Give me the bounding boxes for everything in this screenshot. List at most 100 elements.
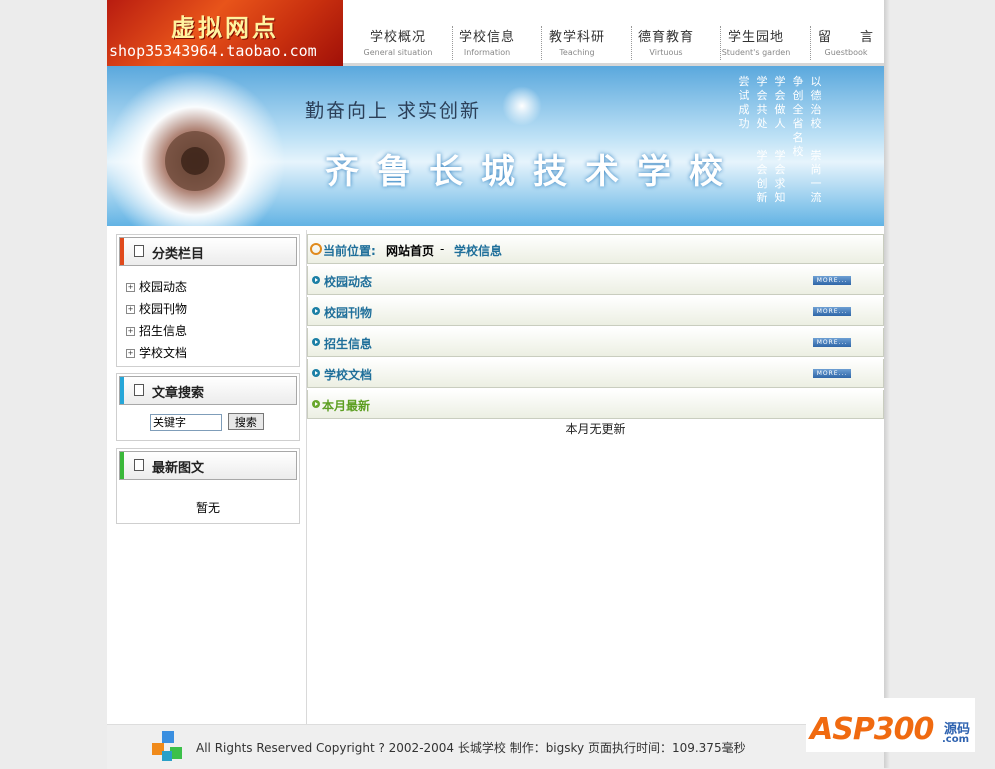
more-button[interactable]: MORE... [813,307,851,316]
nav-item-sublabel: Virtuous [649,48,683,57]
nav-item-teaching[interactable]: 教学科研 Teaching [532,26,622,62]
latest-empty-text: 暂无 [195,501,220,515]
search-button[interactable]: 搜索 [227,413,264,430]
document-icon [134,459,144,471]
category-panel-header: 分类栏目 [119,237,297,266]
arrow-icon [312,369,320,377]
category-panel: 分类栏目 + 校园动态 + 校园刊物 + 招生信息 + 学校文档 [116,234,300,367]
section-row-publications: 校园刊物 MORE... [307,297,884,326]
nav-item-label: 德育教育 [637,30,694,45]
arrow-icon [312,276,320,284]
latest-panel: 最新图文 暂无 [116,448,300,524]
category-list: + 校园动态 + 校园刊物 + 招生信息 + 学校文档 [117,268,299,368]
cubes-icon [152,731,182,761]
breadcrumb-separator: - [440,242,445,256]
top-navigation: 学校概况 General situation 学校信息 Information … [343,0,884,66]
light-glow [502,86,542,126]
main-content: 当前位置: 网站首页 - 学校信息 校园动态 MORE... 校园刊物 MORE… [307,234,884,437]
category-item-admissions[interactable]: + 招生信息 [126,320,299,342]
header-accent-bar [120,452,124,479]
nav-item-sublabel: General situation [363,48,433,57]
arrow-icon [312,400,320,408]
nav-item-sublabel: Information [463,48,511,57]
nav-item-label: 学校概况 [369,30,426,45]
nav-item-sublabel: Guestbook [824,48,868,57]
section-title-link[interactable]: 招生信息 [324,335,372,352]
month-latest-empty-text: 本月无更新 [565,422,626,436]
category-panel-title: 分类栏目 [152,247,205,262]
motto-column: 学会做人 [774,75,786,130]
section-title-link[interactable]: 校园动态 [324,273,372,290]
section-row-campus-news: 校园动态 MORE... [307,266,884,295]
expand-icon: + [126,349,135,358]
latest-panel-title: 最新图文 [152,461,205,476]
footer: All Rights Reserved Copyright ? 2002-200… [107,724,884,769]
section-row-documents: 学校文档 MORE... [307,359,884,388]
search-input[interactable] [150,413,222,431]
nav-item-information[interactable]: 学校信息 Information [442,26,532,62]
watermark-com-text: .com [942,734,970,745]
category-item-label: 招生信息 [139,324,188,338]
section-title-link[interactable]: 校园刊物 [324,304,372,321]
motto-column: 崇尚一流 [810,149,822,204]
header-accent-bar [120,238,124,265]
nav-item-label: 教学科研 [548,30,605,45]
section-row-month-latest: 本月最新 [307,390,884,419]
nav-item-label: 学生园地 [727,30,784,45]
month-latest-title: 本月最新 [322,399,371,413]
motto-column: 尝试成功 [738,75,750,130]
school-banner: 勤奋向上 求实创新 齐鲁长城技术学校 尝试成功 学会共处 学会做人 争创全省名校… [107,66,884,226]
search-panel-header: 文章搜索 [119,376,297,405]
location-label: 当前位置: [323,244,376,258]
page-shadow [884,0,890,768]
location-icon [310,243,322,255]
watermark-asp-text: ASP300 [810,712,934,747]
nav-item-label: 留 言 [817,30,874,45]
search-panel: 文章搜索 搜索 [116,373,300,441]
section-row-admissions: 招生信息 MORE... [307,328,884,357]
nav-divider [452,26,454,60]
motto-column: 学会求知 [774,149,786,204]
arrow-icon [312,307,320,315]
expand-icon: + [126,305,135,314]
nav-item-virtuous[interactable]: 德育教育 Virtuous [621,26,711,62]
document-icon [134,245,144,257]
nav-item-sublabel: Teaching [559,48,595,57]
expand-icon: + [126,283,135,292]
motto-column: 争创全省名校 [792,75,804,158]
nav-item-guestbook[interactable]: 留 言 Guestbook [801,26,891,62]
category-item-documents[interactable]: + 学校文档 [126,342,299,364]
header-accent-bar [120,377,124,404]
copyright-text: All Rights Reserved Copyright ? 2002-200… [196,741,746,755]
arrow-icon [312,338,320,346]
nav-item-label: 学校信息 [458,30,515,45]
more-button[interactable]: MORE... [813,338,851,347]
logo-shop-url: shop35343964.taobao.com [109,42,317,60]
search-panel-title: 文章搜索 [152,386,205,401]
asp300-watermark: ASP300 源码 .com [806,698,975,752]
category-item-campus-news[interactable]: + 校园动态 [126,276,299,298]
category-item-label: 学校文档 [139,346,188,360]
breadcrumb: 当前位置: 网站首页 - 学校信息 [307,234,884,264]
breadcrumb-current[interactable]: 学校信息 [454,242,502,259]
category-item-publications[interactable]: + 校园刊物 [126,298,299,320]
latest-panel-header: 最新图文 [119,451,297,480]
page: 虚拟网点 shop35343964.taobao.com 学校概况 Genera… [107,0,884,769]
motto-column: 学会创新 [756,149,768,204]
document-icon [134,384,144,396]
more-button[interactable]: MORE... [813,369,851,378]
nav-item-sublabel: Student's garden [721,48,791,57]
category-item-label: 校园动态 [139,280,188,294]
logo-brand-text: 虚拟网点 [171,13,279,42]
motto-column: 以德治校 [810,75,822,130]
nav-item-general[interactable]: 学校概况 General situation [353,26,443,62]
breadcrumb-home-link[interactable]: 网站首页 [386,242,434,259]
expand-icon: + [126,327,135,336]
section-title-link[interactable]: 学校文档 [324,366,372,383]
nav-item-student-garden[interactable]: 学生园地 Student's garden [711,26,801,62]
banner-slogan: 勤奋向上 求实创新 [305,100,482,122]
search-form: 搜索 [150,413,264,431]
more-button[interactable]: MORE... [813,276,851,285]
banner-school-name: 齐鲁长城技术学校 [325,152,741,192]
site-logo[interactable]: 虚拟网点 shop35343964.taobao.com [107,0,343,66]
